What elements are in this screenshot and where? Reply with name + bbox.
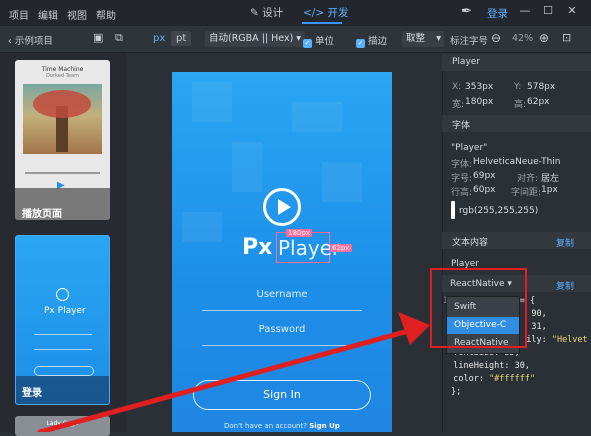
arrow-head (398, 312, 430, 345)
annotation-arrow (37, 312, 430, 432)
arrow-shaft (37, 327, 415, 432)
